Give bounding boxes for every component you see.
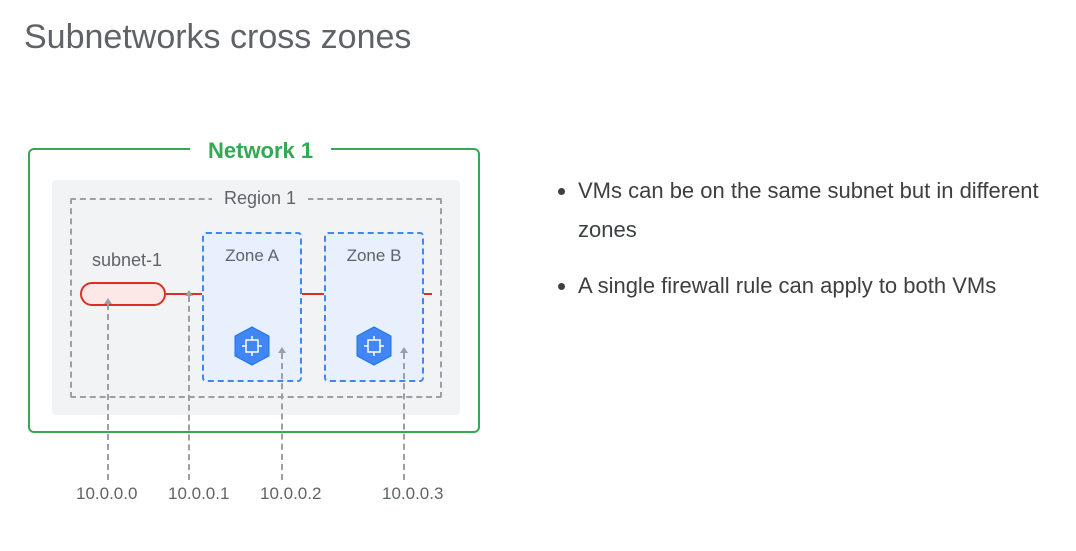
- region-inner: Region 1 subnet-1 Zone A: [70, 198, 442, 398]
- ip-label-subnet: 10.0.0.0: [76, 484, 137, 504]
- ip-label-gateway: 10.0.0.1: [168, 484, 229, 504]
- network-box: Network 1 Region 1 subnet-1 Zone A: [28, 148, 480, 433]
- zone-a-label: Zone A: [204, 246, 300, 266]
- ip-label-vm-a: 10.0.0.2: [260, 484, 321, 504]
- page-title: Subnetworks cross zones: [24, 18, 411, 57]
- compute-chip-icon: [356, 326, 392, 366]
- ip-arrow-vm-a: [281, 353, 283, 480]
- ip-arrow-subnet: [107, 304, 109, 480]
- subnet-box: [80, 282, 166, 306]
- region-box: Region 1 subnet-1 Zone A: [52, 180, 460, 415]
- zone-a-box: Zone A: [202, 232, 302, 382]
- bullet-item: VMs can be on the same subnet but in dif…: [578, 172, 1044, 249]
- network-diagram: Network 1 Region 1 subnet-1 Zone A: [28, 140, 508, 520]
- region-label: Region 1: [212, 188, 308, 209]
- network-label: Network 1: [190, 138, 331, 164]
- zone-b-box: Zone B: [324, 232, 424, 382]
- bullet-item: A single firewall rule can apply to both…: [578, 267, 1044, 306]
- ip-arrow-gateway: [188, 296, 190, 480]
- ip-label-vm-b: 10.0.0.3: [382, 484, 443, 504]
- subnet-label: subnet-1: [92, 250, 162, 271]
- zone-b-label: Zone B: [326, 246, 422, 266]
- ip-arrow-vm-b: [403, 353, 405, 480]
- compute-chip-icon: [234, 326, 270, 366]
- bullet-list: VMs can be on the same subnet but in dif…: [554, 172, 1044, 324]
